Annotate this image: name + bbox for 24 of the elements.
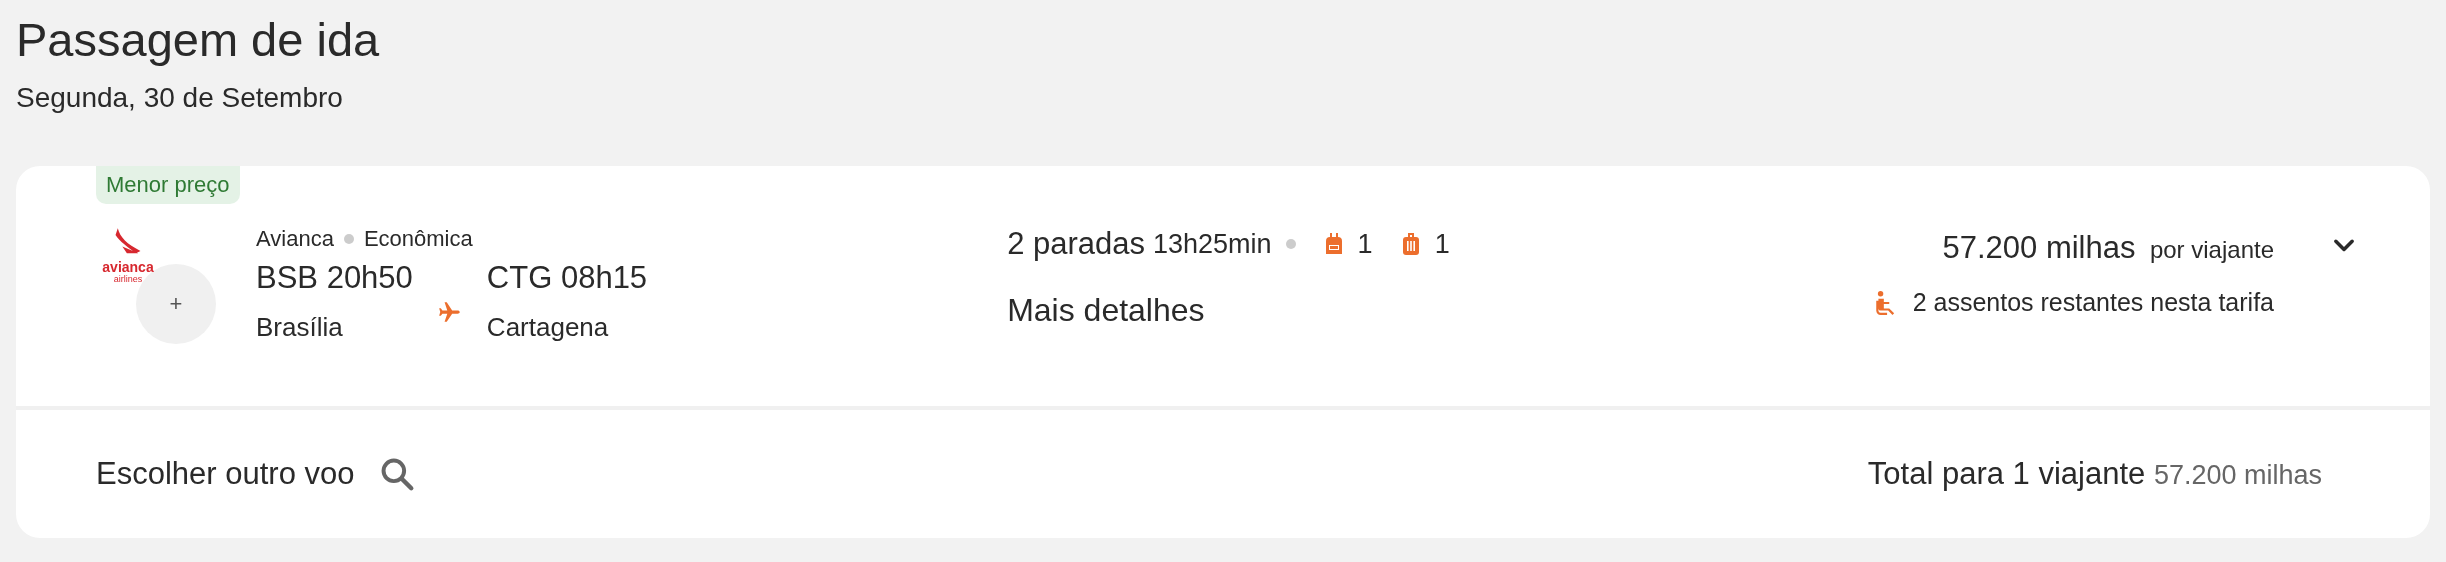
- separator-dot: [1285, 239, 1296, 249]
- departure-city: Brasília: [256, 312, 344, 343]
- bag-count: 1: [1434, 228, 1450, 260]
- flight-duration: 13h25min: [1153, 228, 1272, 260]
- bag-count: 1: [1357, 228, 1373, 260]
- suitcase-icon: [1400, 232, 1421, 256]
- stops-count: 2 paradas: [1007, 226, 1145, 262]
- choose-other-flight-label: Escolher outro voo: [96, 456, 355, 492]
- more-details-link[interactable]: Mais detalhes: [1007, 292, 1648, 329]
- travel-date: Segunda, 30 de Setembro: [16, 82, 344, 114]
- arrival-city: Cartagena: [486, 312, 610, 343]
- lowest-price-badge: Menor preço: [96, 166, 240, 204]
- price-note: por viajante: [2149, 236, 2274, 263]
- seats-remaining: 2 assentos restantes nesta tarifa: [1912, 288, 2274, 317]
- airline-logo: avianca airlines: [96, 226, 160, 284]
- page-title: Passagem de ida: [16, 12, 381, 68]
- separator-dot: [343, 234, 354, 244]
- departure-time: BSB 20h50: [256, 260, 413, 296]
- total-price: Total para 1 viajante 57.200 milhas: [1867, 456, 2322, 492]
- price-value: 57.200 milhas: [1942, 230, 2136, 265]
- backpack-icon: [1323, 232, 1344, 256]
- airline-name: Avianca: [256, 226, 334, 252]
- cabin-class: Econômica: [363, 226, 473, 252]
- arrival-time: CTG 08h15: [486, 260, 648, 296]
